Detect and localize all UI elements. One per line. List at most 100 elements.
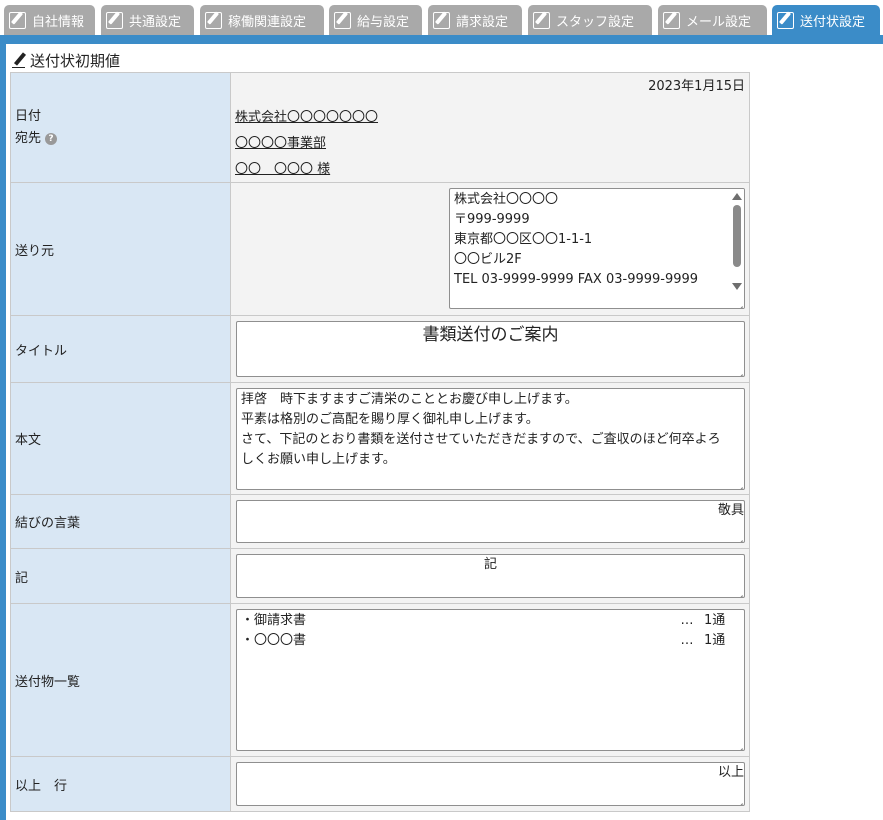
list-item: ・〇〇〇書 … 1通 — [241, 631, 740, 651]
value-cell: 記 — [230, 548, 750, 604]
sender-line: 〒999-9999 — [454, 212, 530, 227]
scroll-down-arrow-icon[interactable] — [732, 283, 742, 290]
edit-icon — [777, 11, 794, 29]
body-line: さて、下記のとおり書類を送付させていただきだますので、ご査収のほど何卒よろ — [241, 432, 721, 447]
tab-billing-settings[interactable]: 請求設定 — [428, 5, 522, 35]
row-end: 以上 行 以上 — [10, 756, 750, 812]
tab-label: スタッフ設定 — [556, 14, 635, 30]
item-qty: 1通 — [704, 633, 726, 648]
value-cell: 以上 — [230, 756, 750, 812]
body-label: 本文 — [10, 382, 231, 495]
edit-icon — [9, 11, 26, 29]
tab-mail-settings[interactable]: メール設定 — [658, 5, 767, 35]
section-title: 送付状初期値 — [12, 50, 120, 70]
enclosure-textarea[interactable]: ・御請求書 … 1通 ・〇〇〇書 … 1通 — [236, 609, 745, 751]
address-person: 〇〇 〇〇〇 様 — [235, 162, 331, 177]
tab-staff-settings[interactable]: スタッフ設定 — [528, 5, 652, 35]
end-label: 以上 行 — [10, 756, 231, 812]
scroll-up-arrow-icon[interactable] — [732, 193, 742, 200]
pencil-icon — [12, 52, 26, 68]
value-cell: ・御請求書 … 1通 ・〇〇〇書 … 1通 — [230, 603, 750, 757]
tab-bar: 自社情報 共通設定 稼働関連設定 給与設定 請求設定 スタッフ設定 メール設定 … — [0, 0, 883, 44]
tab-salary-settings[interactable]: 給与設定 — [329, 5, 422, 35]
value-cell: 2023年1月15日 株式会社〇〇〇〇〇〇〇 〇〇〇〇事業部 〇〇 〇〇〇 様 — [230, 72, 750, 183]
tab-common-settings[interactable]: 共通設定 — [101, 5, 194, 35]
body-line: しくお願い申し上げます。 — [241, 452, 396, 467]
scrollbar-thumb[interactable] — [733, 205, 741, 267]
resize-handle-icon[interactable] — [734, 740, 743, 749]
edit-icon — [106, 11, 123, 29]
resize-handle-icon[interactable] — [734, 366, 743, 375]
item-qty: 1通 — [704, 613, 726, 628]
row-title: タイトル 書類送付のご案内 — [10, 315, 750, 383]
tab-label: 送付状設定 — [800, 14, 866, 30]
item-name: ・〇〇〇書 — [241, 633, 307, 648]
title-value: 書類送付のご案内 — [422, 325, 559, 345]
value-cell: 書類送付のご案内 — [230, 315, 750, 383]
settings-form: 日付 宛先? 2023年1月15日 株式会社〇〇〇〇〇〇〇 〇〇〇〇事業部 〇〇… — [10, 72, 750, 812]
sender-line: 〇〇ビル2F — [454, 252, 522, 267]
tab-label: メール設定 — [686, 14, 752, 30]
sender-line: 株式会社〇〇〇〇 — [454, 192, 559, 207]
sender-label: 送り元 — [10, 182, 231, 316]
row-sender: 送り元 株式会社〇〇〇〇 〒999-9999 東京都〇〇区〇〇1-1-1 〇〇ビ… — [10, 182, 750, 316]
value-cell: 株式会社〇〇〇〇 〒999-9999 東京都〇〇区〇〇1-1-1 〇〇ビル2F … — [230, 182, 750, 316]
sender-line: 東京都〇〇区〇〇1-1-1 — [454, 232, 593, 247]
left-accent-bar — [0, 44, 6, 820]
item-dots: … — [680, 613, 694, 628]
edit-icon — [663, 11, 680, 29]
enclosure-label: 送付物一覧 — [10, 603, 231, 757]
row-body: 本文 拝啓 時下ますますご清栄のこととお慶び申し上げます。 平素は格別のご高配を… — [10, 382, 750, 495]
edit-icon — [334, 11, 351, 29]
edit-icon — [205, 11, 222, 29]
closing-textarea[interactable]: 敬具 — [236, 500, 745, 543]
row-ki: 記 記 — [10, 548, 750, 604]
title-label: タイトル — [10, 315, 231, 383]
scrollbar[interactable] — [730, 189, 744, 308]
ki-label: 記 — [10, 548, 231, 604]
section-title-text: 送付状初期値 — [30, 51, 121, 70]
item-dots: … — [680, 633, 694, 648]
resize-handle-icon[interactable] — [734, 795, 743, 804]
resize-handle-icon[interactable] — [734, 298, 743, 307]
address-label-wrap: 宛先? — [15, 128, 230, 150]
address-label: 宛先 — [15, 130, 42, 146]
ki-value: 記 — [483, 557, 497, 572]
sender-textarea[interactable]: 株式会社〇〇〇〇 〒999-9999 東京都〇〇区〇〇1-1-1 〇〇ビル2F … — [449, 188, 745, 309]
ki-textarea[interactable]: 記 — [236, 554, 745, 598]
body-line: 拝啓 時下ますますご清栄のこととお慶び申し上げます。 — [241, 392, 578, 407]
body-line: 平素は格別のご高配を賜り厚く御礼申し上げます。 — [241, 412, 539, 427]
list-item: ・御請求書 … 1通 — [241, 611, 740, 631]
date-label: 日付 — [15, 108, 42, 124]
tab-label: 給与設定 — [357, 14, 410, 30]
address-company: 株式会社〇〇〇〇〇〇〇 — [235, 110, 379, 125]
body-textarea[interactable]: 拝啓 時下ますますご清栄のこととお慶び申し上げます。 平素は格別のご高配を賜り厚… — [236, 388, 745, 490]
row-closing: 結びの言葉 敬具 — [10, 494, 750, 549]
title-textarea[interactable]: 書類送付のご案内 — [236, 321, 745, 377]
closing-value: 敬具 — [717, 503, 744, 518]
closing-label: 結びの言葉 — [10, 494, 231, 549]
resize-handle-icon[interactable] — [734, 587, 743, 596]
tab-label: 共通設定 — [129, 14, 182, 30]
address-block: 株式会社〇〇〇〇〇〇〇 〇〇〇〇事業部 〇〇 〇〇〇 様 — [235, 105, 378, 183]
tab-company-info[interactable]: 自社情報 — [4, 5, 95, 35]
tab-label: 稼働関連設定 — [228, 14, 307, 30]
sender-line: TEL 03-9999-9999 FAX 03-9999-9999 — [454, 272, 699, 287]
value-cell: 拝啓 時下ますますご清栄のこととお慶び申し上げます。 平素は格別のご高配を賜り厚… — [230, 382, 750, 495]
tab-operation-settings[interactable]: 稼働関連設定 — [200, 5, 324, 35]
resize-handle-icon[interactable] — [734, 479, 743, 488]
tab-cover-letter-settings[interactable]: 送付状設定 — [772, 5, 880, 35]
edit-icon — [533, 11, 550, 29]
row-date-address: 日付 宛先? 2023年1月15日 株式会社〇〇〇〇〇〇〇 〇〇〇〇事業部 〇〇… — [10, 72, 750, 183]
item-name: ・御請求書 — [241, 613, 307, 628]
value-cell: 敬具 — [230, 494, 750, 549]
date-value: 2023年1月15日 — [648, 79, 745, 94]
tab-underline — [0, 35, 883, 44]
resize-handle-icon[interactable] — [734, 532, 743, 541]
edit-icon — [433, 11, 450, 29]
end-textarea[interactable]: 以上 — [236, 762, 745, 806]
address-department: 〇〇〇〇事業部 — [235, 136, 327, 151]
help-icon[interactable]: ? — [45, 132, 58, 145]
end-value: 以上 — [717, 765, 744, 780]
tab-label: 請求設定 — [456, 14, 509, 30]
